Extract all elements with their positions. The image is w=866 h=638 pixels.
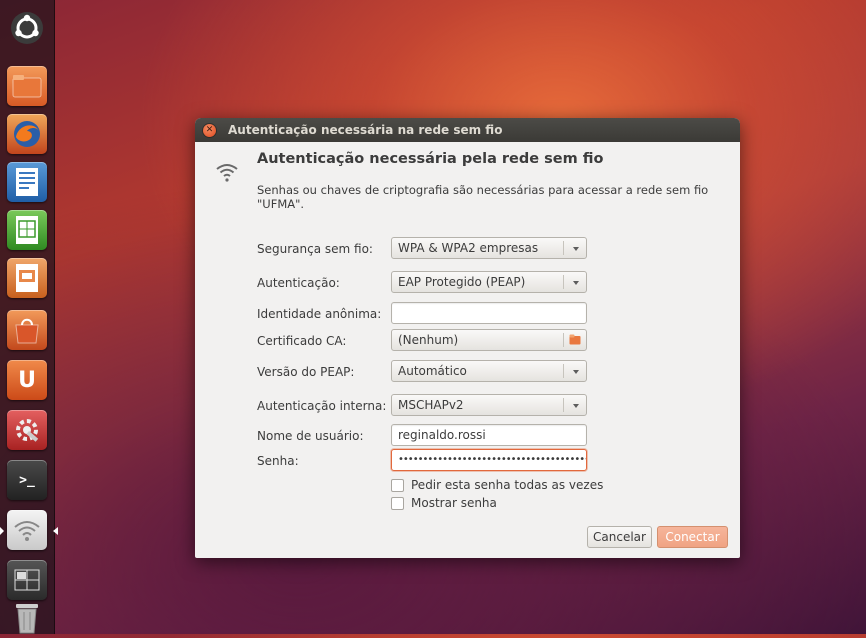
anon-identity-label: Identidade anônima: (257, 307, 382, 321)
close-icon[interactable]: ✕ (203, 123, 216, 137)
inner-auth-label: Autenticação interna: (257, 399, 387, 413)
security-value: WPA & WPA2 empresas (398, 241, 539, 255)
username-input[interactable]: reginaldo.rossi (391, 424, 587, 446)
password-input[interactable]: ••••••••••••••••••••••••••••••••••••••••… (391, 449, 587, 471)
auth-combo[interactable]: EAP Protegido (PEAP) (391, 271, 587, 293)
anon-identity-input[interactable] (391, 302, 587, 324)
show-password-label: Mostrar senha (411, 496, 497, 510)
chevron-down-icon (573, 247, 579, 251)
auth-label: Autenticação: (257, 276, 340, 290)
wireless-auth-dialog: ✕ Autenticação necessária na rede sem fi… (195, 118, 740, 558)
checkbox-box[interactable] (391, 478, 404, 492)
cancel-button[interactable]: Cancelar (587, 526, 652, 548)
ask-always-checkbox[interactable]: Pedir esta senha todas as vezes (391, 478, 603, 492)
trash-icon[interactable] (7, 598, 47, 638)
libreoffice-writer-icon[interactable] (7, 162, 47, 202)
firefox-icon[interactable] (7, 114, 47, 154)
active-indicator-left (0, 527, 4, 535)
active-indicator-right (53, 527, 58, 535)
checkbox-box[interactable] (391, 496, 404, 510)
wireless-signal-icon (215, 160, 239, 188)
libreoffice-impress-icon[interactable] (7, 258, 47, 298)
folder-icon (569, 334, 581, 345)
auth-value: EAP Protegido (PEAP) (398, 275, 526, 289)
dialog-description: Senhas ou chaves de criptografia são nec… (257, 183, 709, 211)
chevron-down-icon (573, 281, 579, 285)
ca-cert-label: Certificado CA: (257, 334, 347, 348)
security-label: Segurança sem fio: (257, 242, 373, 256)
security-combo[interactable]: WPA & WPA2 empresas (391, 237, 587, 259)
network-wireless-icon[interactable] (7, 510, 47, 550)
ca-cert-value: (Nenhum) (398, 333, 459, 347)
ca-cert-chooser[interactable]: (Nenhum) (391, 329, 587, 351)
terminal-icon[interactable]: >_ (7, 460, 47, 500)
peap-version-label: Versão do PEAP: (257, 365, 355, 379)
ubuntu-one-icon[interactable]: U (7, 360, 47, 400)
connect-button[interactable]: Conectar (657, 526, 728, 548)
chevron-down-icon (573, 404, 579, 408)
workspace-switcher-icon[interactable] (7, 560, 47, 600)
launcher: U >_ (0, 0, 58, 634)
inner-auth-combo[interactable]: MSCHAPv2 (391, 394, 587, 416)
dialog-titlebar[interactable]: ✕ Autenticação necessária na rede sem fi… (195, 118, 740, 142)
ubuntu-dash-icon[interactable] (7, 8, 47, 48)
peap-version-value: Automático (398, 364, 467, 378)
username-label: Nome de usuário: (257, 429, 364, 443)
inner-auth-value: MSCHAPv2 (398, 398, 464, 412)
files-folder-icon[interactable] (7, 66, 47, 106)
dialog-title: Autenticação necessária na rede sem fio (228, 123, 503, 137)
libreoffice-calc-icon[interactable] (7, 210, 47, 250)
software-center-icon[interactable] (7, 310, 47, 350)
peap-version-combo[interactable]: Automático (391, 360, 587, 382)
show-password-checkbox[interactable]: Mostrar senha (391, 496, 497, 510)
password-label: Senha: (257, 454, 299, 468)
dialog-heading: Autenticação necessária pela rede sem fi… (257, 151, 604, 167)
chevron-down-icon (573, 370, 579, 374)
ask-always-label: Pedir esta senha todas as vezes (411, 478, 604, 492)
system-settings-icon[interactable] (7, 410, 47, 450)
